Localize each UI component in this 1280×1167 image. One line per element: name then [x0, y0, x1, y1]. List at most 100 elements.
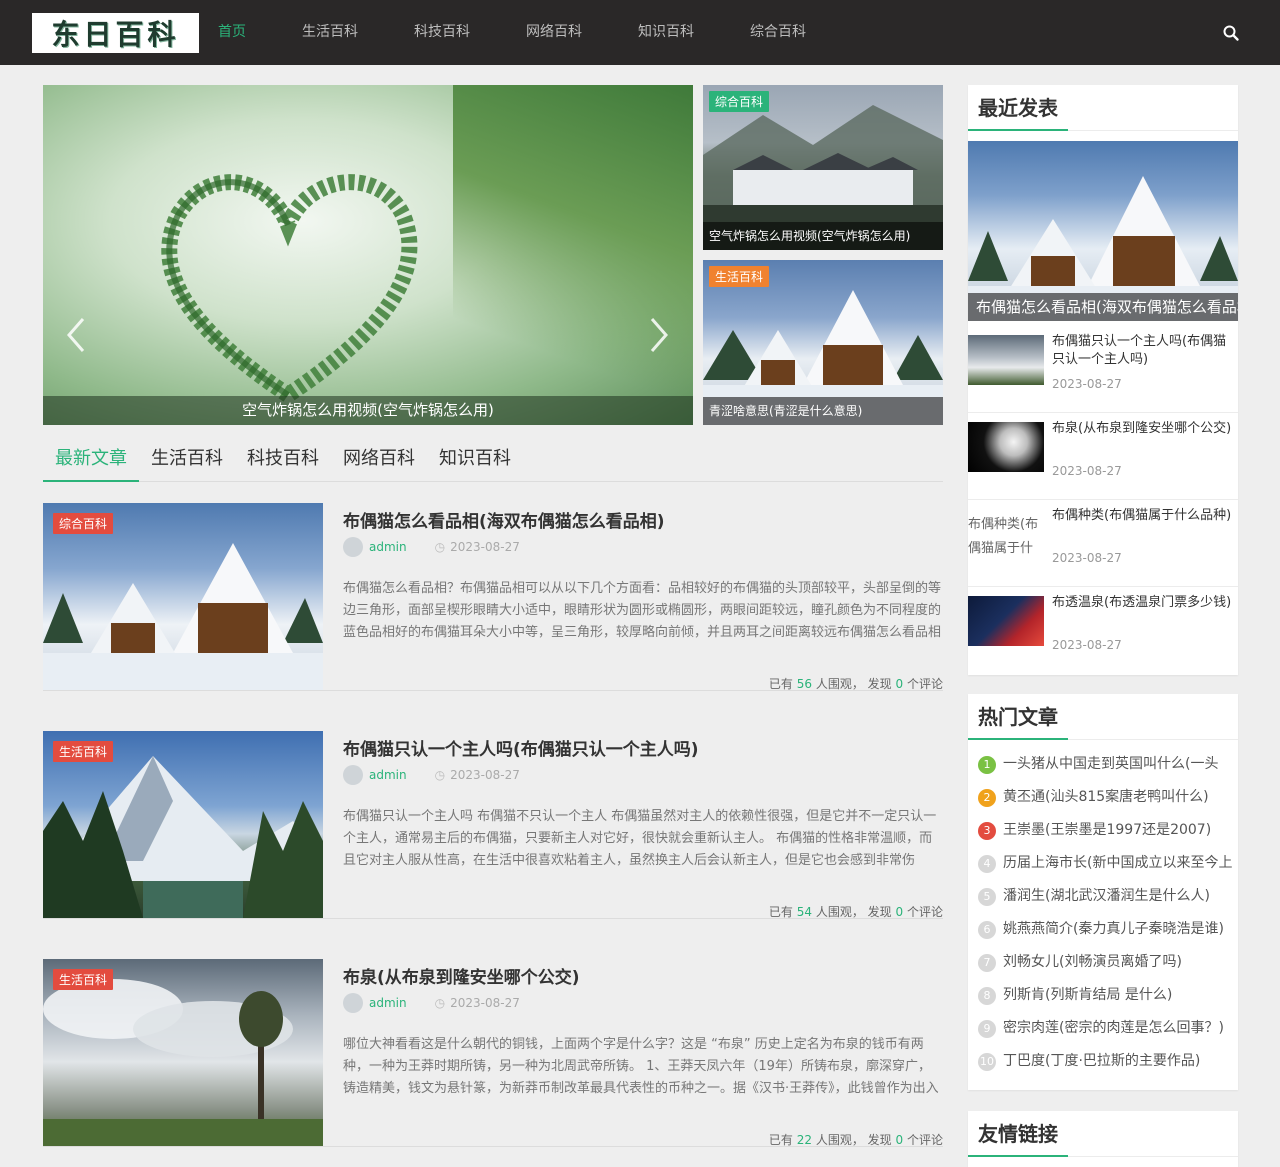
friend-links-widget: 友情链接 — [968, 1111, 1238, 1167]
post-thumbnail[interactable]: 生活百科 — [43, 959, 323, 1146]
hot-item[interactable]: 7 刘畅女儿(刘畅演员离婚了吗) — [978, 946, 1238, 979]
hot-item[interactable]: 8 列斯肯(列斯肯结局 是什么) — [978, 979, 1238, 1012]
hot-item[interactable]: 10 丁巴度(丁度·巴拉斯的主要作品) — [978, 1045, 1238, 1078]
slider-prev-icon[interactable] — [65, 317, 87, 353]
post-meta: admin ◷ 2023-08-27 — [343, 764, 520, 786]
recent-item[interactable]: 布偶猫只认一个主人吗(布偶猫只认一个主人吗) 2023-08-27 — [968, 325, 1238, 413]
tab-knowledge[interactable]: 知识百科 — [427, 440, 523, 482]
view-count: 56 — [796, 677, 813, 691]
hot-title[interactable]: 王崇墨(王崇墨是1997还是2007) — [1003, 814, 1211, 847]
hot-posts-widget: 热门文章 1 一头猪从中国走到英国叫什么(一头 2 黄丕通(汕头815案唐老鸭叫什么… — [968, 694, 1238, 1090]
recent-hero-caption[interactable]: 布偶猫怎么看品相(海双布偶猫怎么看品相) — [968, 293, 1238, 321]
hot-title[interactable]: 刘畅女儿(刘畅演员离婚了吗) — [1003, 946, 1182, 979]
slider-caption[interactable]: 空气炸锅怎么用视频(空气炸锅怎么用) — [43, 396, 693, 425]
post-stats: 已有 22 人围观， 发现 0 个评论 — [769, 1131, 943, 1148]
rank-badge: 2 — [978, 788, 996, 807]
tab-latest[interactable]: 最新文章 — [43, 440, 139, 482]
nav-item-tech[interactable]: 科技百科 — [396, 0, 488, 65]
hot-title[interactable]: 丁巴度(丁度·巴拉斯的主要作品) — [1003, 1045, 1200, 1078]
recent-date: 2023-08-27 — [1052, 377, 1122, 391]
feature-caption[interactable]: 空气炸锅怎么用视频(空气炸锅怎么用) — [703, 222, 943, 250]
hot-item[interactable]: 6 姚燕燕简介(秦力真儿子秦晓浩是谁) — [978, 913, 1238, 946]
post-item: 生活百科 布偶猫只认一个主人吗(布偶猫只认一个主人吗) admin ◷ 2023… — [43, 731, 943, 919]
feature-card-1[interactable]: 综合百科 空气炸锅怎么用视频(空气炸锅怎么用) — [703, 85, 943, 250]
feature-caption[interactable]: 青涩啥意思(青涩是什么意思) — [703, 397, 943, 425]
post-title[interactable]: 布偶猫怎么看品相(海双布偶猫怎么看品相) — [343, 507, 665, 532]
recent-thumbnail[interactable] — [968, 422, 1044, 472]
category-tag[interactable]: 综合百科 — [53, 513, 114, 534]
nav-item-life[interactable]: 生活百科 — [284, 0, 376, 65]
comment-count: 0 — [895, 1133, 904, 1147]
slider-next-icon[interactable] — [648, 317, 670, 353]
recent-title[interactable]: 布透温泉(布透温泉门票多少钱) — [1052, 594, 1232, 630]
hero-slider[interactable]: 空气炸锅怎么用视频(空气炸锅怎么用) — [43, 85, 693, 425]
site-logo[interactable]: 东日百科 — [32, 13, 199, 53]
hot-title[interactable]: 密宗肉莲(密宗的肉莲是怎么回事？) — [1003, 1012, 1224, 1045]
hot-title[interactable]: 一头猪从中国走到英国叫什么(一头 — [1003, 748, 1218, 781]
nav-item-knowledge[interactable]: 知识百科 — [620, 0, 712, 65]
search-icon[interactable] — [1222, 24, 1240, 42]
hot-item[interactable]: 9 密宗肉莲(密宗的肉莲是怎么回事？) — [978, 1012, 1238, 1045]
hot-title[interactable]: 姚燕燕简介(秦力真儿子秦晓浩是谁) — [1003, 913, 1224, 946]
stats-prefix: 已有 — [768, 677, 793, 691]
hot-title[interactable]: 潘润生(湖北武汉潘润生是什么人) — [1003, 880, 1210, 913]
recent-thumbnail[interactable] — [968, 596, 1044, 646]
post-stats: 已有 54 人围观， 发现 0 个评论 — [769, 903, 943, 920]
main-nav: 首页 生活百科 科技百科 网络百科 知识百科 综合百科 — [200, 0, 844, 65]
recent-title[interactable]: 布偶种类(布偶猫属于什么品种) — [1052, 507, 1232, 543]
tab-life[interactable]: 生活百科 — [139, 440, 235, 482]
stats-mid: 人围观， 发现 — [815, 905, 892, 919]
nav-item-network[interactable]: 网络百科 — [508, 0, 600, 65]
hot-title[interactable]: 黄丕通(汕头815案唐老鸭叫什么) — [1003, 781, 1209, 814]
rank-badge: 3 — [978, 821, 996, 840]
nav-item-general[interactable]: 综合百科 — [732, 0, 824, 65]
category-tag[interactable]: 生活百科 — [53, 969, 114, 990]
hot-title[interactable]: 列斯肯(列斯肯结局 是什么) — [1003, 979, 1172, 1012]
post-item: 综合百科 布偶猫怎么看品相(海双布偶猫怎么看品相) admin ◷ 2023-0… — [43, 503, 943, 691]
recent-item[interactable]: 布透温泉(布透温泉门票多少钱) 2023-08-27 — [968, 586, 1238, 674]
post-author[interactable]: admin — [369, 996, 407, 1010]
category-tag[interactable]: 生活百科 — [53, 741, 114, 762]
recent-thumbnail-alt[interactable]: 布偶种类(布偶猫属于什么品种) — [968, 513, 1044, 563]
rank-badge: 1 — [978, 755, 996, 774]
recent-hero-card[interactable]: 布偶猫怎么看品相(海双布偶猫怎么看品相) — [968, 141, 1238, 321]
clock-icon: ◷ — [434, 996, 446, 1010]
rank-badge: 7 — [978, 953, 996, 972]
post-date: 2023-08-27 — [450, 996, 520, 1010]
post-date: 2023-08-27 — [450, 540, 520, 554]
post-thumbnail[interactable]: 综合百科 — [43, 503, 323, 690]
hot-item[interactable]: 1 一头猪从中国走到英国叫什么(一头 — [978, 748, 1238, 781]
nav-item-home[interactable]: 首页 — [200, 0, 264, 65]
recent-item[interactable]: 布泉(从布泉到隆安坐哪个公交) 2023-08-27 — [968, 412, 1238, 500]
recent-title[interactable]: 布偶猫只认一个主人吗(布偶猫只认一个主人吗) — [1052, 333, 1232, 369]
post-thumbnail[interactable]: 生活百科 — [43, 731, 323, 918]
hot-item[interactable]: 5 潘润生(湖北武汉潘润生是什么人) — [978, 880, 1238, 913]
category-tag[interactable]: 综合百科 — [709, 91, 770, 112]
category-tag[interactable]: 生活百科 — [709, 266, 770, 287]
post-title[interactable]: 布偶猫只认一个主人吗(布偶猫只认一个主人吗) — [343, 735, 699, 760]
feature-card-2[interactable]: 生活百科 青涩啥意思(青涩是什么意思) — [703, 260, 943, 425]
rank-badge: 6 — [978, 920, 996, 939]
recent-thumbnail[interactable] — [968, 335, 1044, 385]
hot-list: 1 一头猪从中国走到英国叫什么(一头 2 黄丕通(汕头815案唐老鸭叫什么) 3 王崇… — [968, 740, 1238, 1078]
tab-network[interactable]: 网络百科 — [331, 440, 427, 482]
post-author[interactable]: admin — [369, 768, 407, 782]
post-author[interactable]: admin — [369, 540, 407, 554]
stats-mid: 人围观， 发现 — [815, 677, 892, 691]
logo-text: 东日百科 — [51, 18, 180, 51]
avatar-icon — [343, 993, 363, 1013]
slider-image-fern — [453, 85, 693, 425]
stats-prefix: 已有 — [768, 1133, 793, 1147]
post-meta: admin ◷ 2023-08-27 — [343, 992, 520, 1014]
recent-item[interactable]: 布偶种类(布偶猫属于什么品种) 布偶种类(布偶猫属于什么品种) 2023-08-… — [968, 499, 1238, 587]
recent-title[interactable]: 布泉(从布泉到隆安坐哪个公交) — [1052, 420, 1232, 456]
post-title[interactable]: 布泉(从布泉到隆安坐哪个公交) — [343, 963, 580, 988]
hot-item[interactable]: 3 王崇墨(王崇墨是1997还是2007) — [978, 814, 1238, 847]
recent-date: 2023-08-27 — [1052, 638, 1122, 652]
tab-tech[interactable]: 科技百科 — [235, 440, 331, 482]
hot-item[interactable]: 2 黄丕通(汕头815案唐老鸭叫什么) — [978, 781, 1238, 814]
post-excerpt: 布偶猫只认一个主人吗 布偶猫不只认一个主人 布偶猫虽然对主人的依赖性很强，但是它… — [343, 809, 937, 868]
hot-item[interactable]: 4 历届上海市长(新中国成立以来至今上 — [978, 847, 1238, 880]
hot-title[interactable]: 历届上海市长(新中国成立以来至今上 — [1003, 847, 1232, 880]
clock-icon: ◷ — [434, 540, 446, 554]
